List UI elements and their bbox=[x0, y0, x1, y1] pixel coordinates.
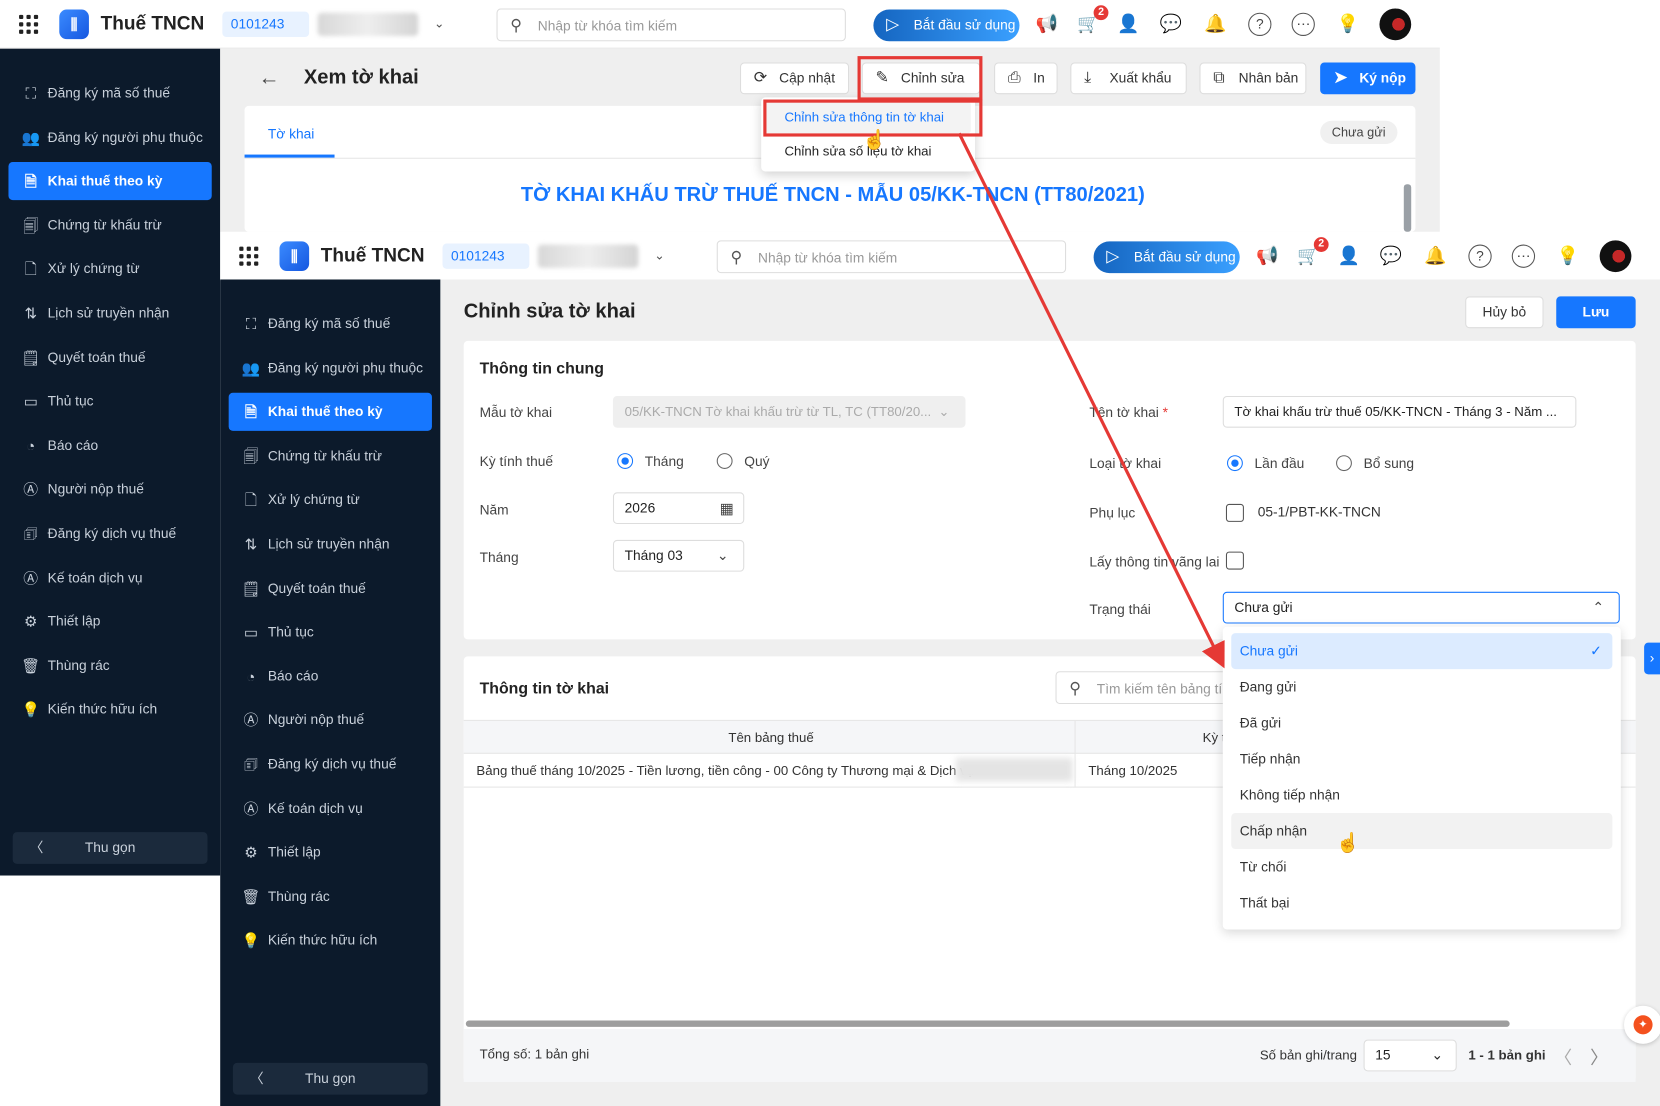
arrow-line bbox=[957, 132, 1225, 669]
annotation-arrow bbox=[957, 132, 1225, 669]
